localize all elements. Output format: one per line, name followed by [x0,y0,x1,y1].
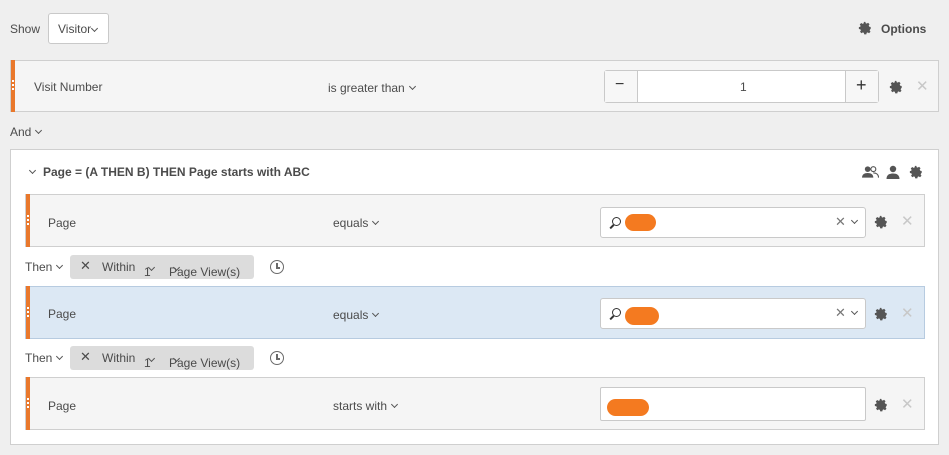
chevron-down-icon[interactable] [850,216,859,225]
increment-button[interactable]: + [845,71,878,102]
rule-operator-dropdown[interactable]: equals [333,216,380,230]
close-icon[interactable]: ✕ [901,214,914,229]
remove-restriction-icon[interactable]: ✕ [80,258,91,274]
rule-operator-label: equals [333,216,369,230]
time-restriction-chip: ✕ Within 1 Page View(s) [70,255,254,279]
clock-icon[interactable] [270,351,284,365]
rule-dimension: Visit Number [34,80,103,94]
search-icon [612,217,621,226]
chevron-down-icon [372,217,380,226]
people-icon[interactable] [862,165,879,179]
close-icon[interactable]: ✕ [901,306,914,321]
value-search-field[interactable]: ✕ [600,207,866,238]
drag-handle[interactable] [26,286,30,339]
gear-icon [858,21,871,35]
and-dropdown[interactable]: And [10,125,43,139]
page-rule: Page starts with ✕ [25,377,925,430]
plus-icon: + [856,75,867,95]
rule-operator-label: starts with [333,399,388,413]
chevron-down-icon [35,126,43,135]
chevron-down-icon [90,24,99,33]
rule-operator-dropdown[interactable]: starts with [333,399,399,413]
within-label: Within [102,260,136,274]
drag-handle[interactable] [26,377,30,430]
page-rule: Page equals ✕ ✕ [25,194,925,247]
show-select-value: Visitor [58,22,92,36]
then-dropdown[interactable]: Then [25,260,64,274]
remove-restriction-icon[interactable]: ✕ [80,349,91,365]
redacted-value [625,214,656,231]
rule-dimension: Page [48,399,77,413]
then-label: Then [25,351,53,365]
gear-icon[interactable] [909,165,923,179]
page-rule-selected: Page equals ✕ ✕ [25,286,925,339]
chevron-down-icon [372,309,380,318]
clock-icon[interactable] [270,260,284,274]
gear-icon[interactable] [874,398,888,412]
then-label: Then [25,260,53,274]
value-search-field[interactable]: ✕ [600,298,866,329]
within-label: Within [102,351,136,365]
stepper-value[interactable]: 1 [740,80,747,94]
chevron-down-icon [390,400,399,409]
gear-icon[interactable] [874,307,888,321]
gear-icon[interactable] [889,80,903,94]
show-label: Show [10,22,41,36]
drag-handle[interactable] [26,194,30,247]
clear-icon[interactable]: ✕ [835,214,846,230]
chevron-down-icon [56,261,64,270]
rule-operator-dropdown[interactable]: equals [333,308,380,322]
collapse-chevron-icon[interactable] [28,166,37,175]
rule-dimension: Page [48,307,77,321]
then-dropdown[interactable]: Then [25,351,64,365]
rule-operator-label: is greater than [328,81,405,95]
close-icon[interactable]: ✕ [916,79,929,94]
decrement-button[interactable]: − [605,71,638,102]
person-icon[interactable] [886,165,900,179]
rule-operator-dropdown[interactable]: is greater than [328,81,416,95]
minus-icon: − [615,76,625,93]
close-icon[interactable]: ✕ [901,397,914,412]
drag-handle[interactable] [11,60,15,112]
redacted-value [625,307,659,325]
options-button[interactable]: Options [858,20,930,38]
value-stepper: − 1 + [604,70,879,103]
container-title: Page = (A THEN B) THEN Page starts with … [43,165,310,179]
show-select[interactable]: Visitor [48,13,109,44]
chevron-down-icon [56,352,64,361]
rule-dimension: Page [48,216,77,230]
value-text-field[interactable] [600,387,866,421]
search-icon [612,308,621,317]
chevron-down-icon [408,82,416,91]
gear-icon[interactable] [874,215,888,229]
time-restriction-chip: ✕ Within 1 Page View(s) [70,346,254,370]
options-label: Options [881,22,927,36]
chevron-down-icon[interactable] [850,307,859,316]
rule-operator-label: equals [333,308,369,322]
and-label: And [10,125,32,139]
redacted-value [607,399,649,416]
visit-number-rule: Visit Number is greater than − 1 + ✕ [10,60,939,112]
clear-icon[interactable]: ✕ [835,305,846,321]
